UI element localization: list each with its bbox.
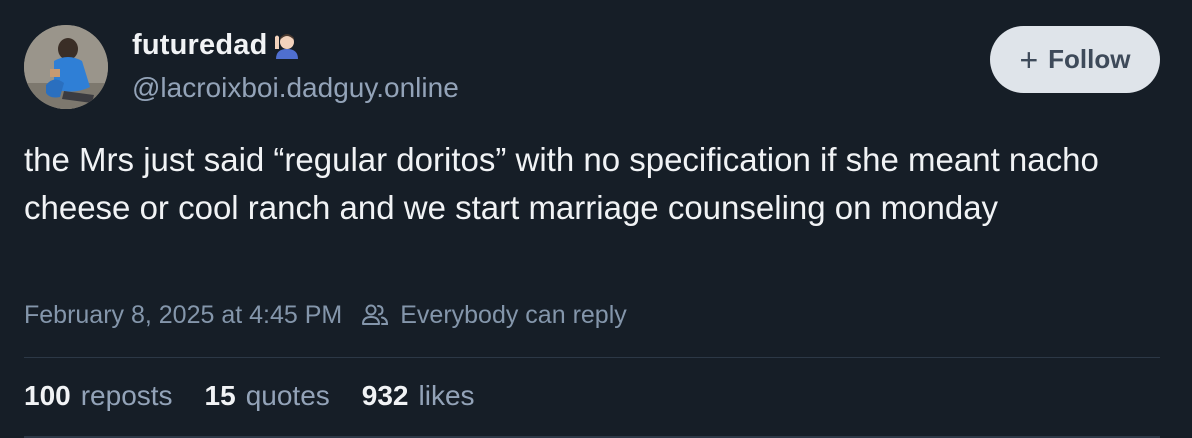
likes-label: likes <box>418 380 475 411</box>
divider <box>24 357 1160 358</box>
reply-setting: Everybody can reply <box>400 300 627 329</box>
plus-icon: + <box>1019 41 1039 78</box>
avatar-photo <box>24 25 108 109</box>
waving-hand-person-icon <box>274 34 298 59</box>
timestamp[interactable]: February 8, 2025 at 4:45 PM <box>24 301 342 330</box>
reposts-stat[interactable]: 100 reposts <box>24 380 173 412</box>
likes-stat[interactable]: 932 likes <box>362 380 475 412</box>
reposts-count: 100 <box>24 380 71 411</box>
likes-count: 932 <box>361 380 409 411</box>
quotes-stat[interactable]: 15 quotes <box>205 380 330 412</box>
follow-label: Follow <box>1048 44 1131 74</box>
quotes-label: quotes <box>245 380 330 411</box>
post-meta: February 8, 2025 at 4:45 PM Everybody ca… <box>24 300 627 330</box>
post-text: the Mrs just said “regular doritos” with… <box>24 141 1099 226</box>
quotes-count: 15 <box>204 380 236 411</box>
handle[interactable]: @lacroixboi.dadguy.online <box>132 72 459 104</box>
follow-button[interactable]: + Follow <box>990 26 1160 93</box>
avatar[interactable] <box>24 25 108 109</box>
display-name-text[interactable]: futuredad <box>132 29 268 62</box>
post-stats: 100 reposts 15 quotes 932 likes <box>24 380 507 412</box>
people-icon <box>362 304 389 325</box>
reposts-label: reposts <box>80 380 173 411</box>
display-name[interactable]: futuredad <box>132 23 302 67</box>
